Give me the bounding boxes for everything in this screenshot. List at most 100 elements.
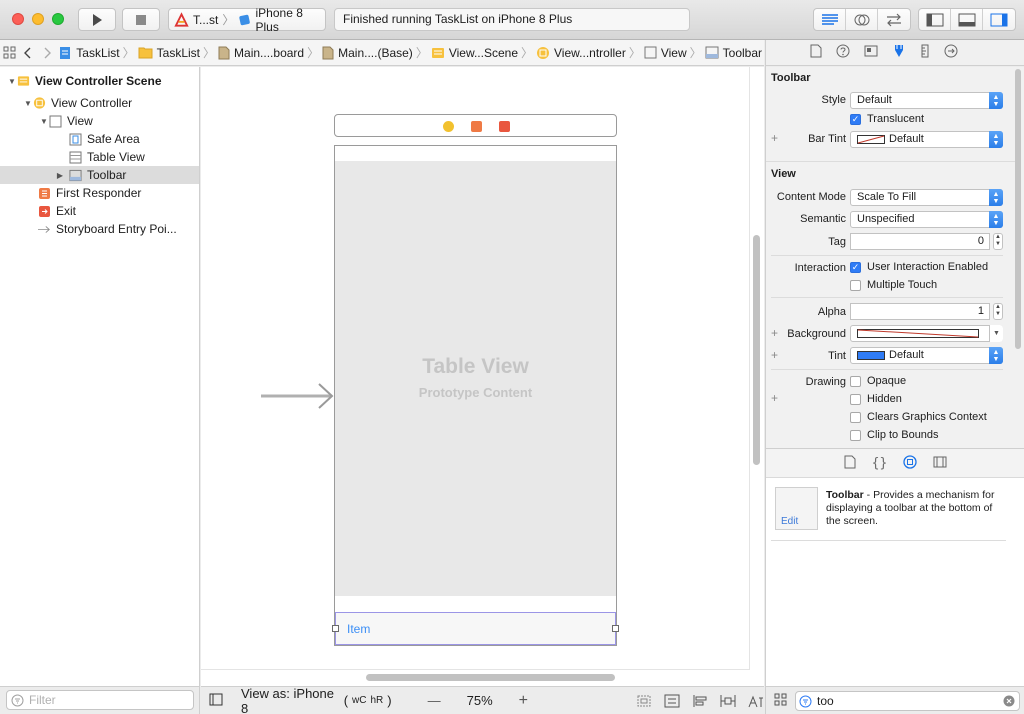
view-controller-frame[interactable]: Table View Prototype Content Item	[332, 145, 619, 646]
storyboard-canvas[interactable]: Table View Prototype Content Item	[201, 67, 764, 686]
add-constraints-icon[interactable]	[720, 694, 736, 708]
first-responder-dock-icon[interactable]	[471, 121, 482, 132]
disclosure-closed-icon[interactable]: ▶	[55, 171, 65, 180]
hidden-checkbox[interactable]	[850, 394, 861, 405]
tag-stepper[interactable]: ▲ ▼	[993, 233, 1003, 250]
outline-row-first-responder[interactable]: First Responder	[0, 184, 199, 202]
outline-row-view-controller[interactable]: ▼ View Controller	[0, 94, 199, 112]
code-snippet-library-tab[interactable]: {}	[872, 456, 888, 471]
related-items-icon[interactable]	[0, 46, 19, 59]
toolbar-element[interactable]: Item	[332, 612, 619, 645]
scene-dock[interactable]	[334, 114, 617, 137]
close-window-button[interactable]	[12, 13, 24, 25]
crumb-storyboard[interactable]: Main....board	[216, 46, 306, 60]
quick-help-tab[interactable]	[836, 44, 850, 61]
toggle-navigator-button[interactable]	[919, 9, 951, 30]
stop-button[interactable]	[122, 8, 160, 31]
crumb-project[interactable]: TaskList	[56, 46, 121, 60]
outline-row-table-view[interactable]: Table View	[0, 148, 199, 166]
media-library-tab[interactable]	[933, 456, 947, 471]
background-color-popup[interactable]: ▼	[850, 325, 1003, 342]
outline-row-entry-point[interactable]: Storyboard Entry Poi...	[0, 220, 199, 238]
standard-editor-button[interactable]	[814, 9, 846, 30]
add-variation-icon[interactable]: +	[771, 391, 778, 405]
run-button[interactable]	[78, 8, 116, 31]
crumb-scene[interactable]: View...Scene	[429, 46, 520, 60]
embed-stack-icon[interactable]	[636, 694, 652, 708]
library-filter-field[interactable]: too	[795, 691, 1020, 711]
translucent-checkbox[interactable]: ✓	[850, 114, 861, 125]
crumb-base-localization[interactable]: Main....(Base)	[320, 46, 415, 60]
toggle-debug-area-button[interactable]	[951, 9, 983, 30]
clip-to-bounds-checkbox[interactable]	[850, 430, 861, 441]
outline-filter-field[interactable]: Filter	[6, 690, 194, 710]
storyboard-entry-arrow-icon[interactable]	[261, 380, 335, 410]
toggle-outline-button[interactable]	[209, 693, 223, 709]
outline-row-toolbar[interactable]: ▶ Toolbar	[0, 166, 199, 184]
library-item-thumbnail[interactable]: Edit	[775, 487, 818, 530]
identity-inspector-tab[interactable]	[864, 45, 878, 60]
style-popup[interactable]: Default ▲ ▼	[850, 92, 1003, 109]
outline-row-view[interactable]: ▼ View	[0, 112, 199, 130]
forward-arrow-icon[interactable]	[38, 47, 57, 59]
alpha-stepper[interactable]: ▲ ▼	[993, 303, 1003, 320]
alpha-field[interactable]: 1	[850, 303, 990, 320]
clears-graphics-checkbox[interactable]	[850, 412, 861, 423]
toolbar-bar-button-item[interactable]: Item	[347, 622, 370, 636]
align-icon[interactable]	[692, 694, 708, 708]
crumb-group[interactable]: TaskList	[136, 46, 202, 60]
inspector-scrollbar[interactable]	[1015, 69, 1021, 349]
multiple-touch-checkbox[interactable]	[850, 280, 861, 291]
crumb-view-controller[interactable]: View...ntroller	[534, 46, 628, 60]
device-configuration-button[interactable]: View as: iPhone 8 ( wC hR )	[241, 686, 392, 714]
semantic-popup[interactable]: Unspecified ▲ ▼	[850, 211, 1003, 228]
edit-link[interactable]: Edit	[781, 516, 798, 527]
minimize-window-button[interactable]	[32, 13, 44, 25]
disclosure-open-icon[interactable]: ▼	[39, 117, 49, 126]
assistant-editor-button[interactable]	[846, 9, 878, 30]
tint-popup[interactable]: Default ▲ ▼	[850, 347, 1003, 364]
outline-row-safe-area[interactable]: Safe Area	[0, 130, 199, 148]
disclosure-open-icon[interactable]: ▼	[7, 77, 17, 86]
clear-filter-icon[interactable]	[1003, 695, 1015, 710]
outline-row-exit[interactable]: Exit	[0, 202, 199, 220]
zoom-out-button[interactable]: —	[428, 693, 441, 708]
back-arrow-icon[interactable]	[19, 47, 38, 59]
crumb-view[interactable]: View	[642, 46, 689, 60]
tag-field[interactable]: 0	[850, 233, 990, 250]
outline-row-scene[interactable]: ▼ View Controller Scene	[0, 72, 199, 90]
canvas-vertical-scrollbar[interactable]	[753, 235, 760, 465]
grid-view-icon[interactable]	[774, 693, 787, 709]
multiple-touch-label: Multiple Touch	[867, 279, 938, 291]
attributes-inspector-tab[interactable]	[892, 44, 906, 61]
update-frames-icon[interactable]	[664, 694, 680, 708]
opaque-checkbox[interactable]	[850, 376, 861, 387]
resolve-issues-icon[interactable]	[748, 694, 764, 708]
exit-dock-icon[interactable]	[499, 121, 510, 132]
disclosure-open-icon[interactable]: ▼	[23, 99, 33, 108]
table-view[interactable]: Table View Prototype Content	[335, 161, 616, 596]
crumb-toolbar[interactable]: Toolbar	[703, 46, 764, 60]
connections-inspector-tab[interactable]	[944, 44, 958, 61]
file-template-library-tab[interactable]	[844, 455, 856, 472]
content-mode-popup[interactable]: Scale To Fill ▲ ▼	[850, 189, 1003, 206]
outline-label: Table View	[87, 150, 145, 164]
zoom-level[interactable]: 75%	[467, 693, 493, 708]
scheme-selector[interactable]: T...st 〉 iPhone 8 Plus	[168, 6, 326, 34]
size-inspector-tab[interactable]	[920, 44, 930, 61]
panel-toggle-segment	[918, 8, 1016, 31]
file-inspector-tab[interactable]	[810, 44, 822, 61]
view-controller-dock-icon[interactable]	[443, 121, 454, 132]
zoom-window-button[interactable]	[52, 13, 64, 25]
toggle-utilities-button[interactable]	[983, 9, 1015, 30]
version-editor-button[interactable]	[878, 9, 910, 30]
canvas-horizontal-scrollbar[interactable]	[366, 674, 615, 681]
editor-mode-segment	[813, 8, 911, 31]
updown-chevron-icon: ▲ ▼	[989, 92, 1003, 109]
resize-handle-right[interactable]	[612, 625, 619, 632]
bar-tint-popup[interactable]: Default ▲ ▼	[850, 131, 1003, 148]
zoom-in-button[interactable]: +	[519, 692, 528, 710]
object-library-tab[interactable]	[903, 454, 917, 472]
user-interaction-checkbox[interactable]: ✓	[850, 262, 861, 273]
resize-handle-left[interactable]	[332, 625, 339, 632]
